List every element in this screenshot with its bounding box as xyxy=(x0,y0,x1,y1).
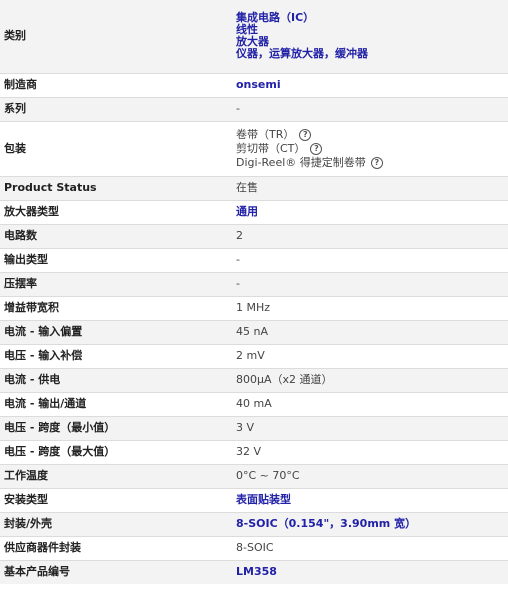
table-row: 基本产品编号 LM358 xyxy=(0,560,508,584)
question-circle-icon[interactable]: ? xyxy=(370,156,383,169)
attr-label-slew-rate: 压摆率 xyxy=(4,277,37,290)
attr-value-supply-current: 800µA（x2 通道） xyxy=(236,373,333,386)
attr-label-output-type: 输出类型 xyxy=(4,253,48,266)
package-case-link[interactable]: 8-SOIC（0.154"，3.90mm 宽） xyxy=(236,518,504,530)
table-row: 电压 - 跨度（最大值） 32 V xyxy=(0,440,508,464)
attr-label-mounting-type: 安装类型 xyxy=(4,493,48,506)
table-row: 包装 卷带（TR）? 剪切带（CT）? Digi-Reel® 得捷定制卷带? xyxy=(0,121,508,176)
category-link-opamp[interactable]: 仪器，运算放大器，缓冲器 xyxy=(236,48,504,60)
attr-value-category: 集成电路（IC） 线性 放大器 仪器，运算放大器，缓冲器 xyxy=(232,0,508,73)
attr-value-output-current: 40 mA xyxy=(236,397,272,410)
table-row: 供应商器件封装 8-SOIC xyxy=(0,536,508,560)
table-row: 电流 - 输出/通道 40 mA xyxy=(0,392,508,416)
base-product-link[interactable]: LM358 xyxy=(236,566,504,578)
table-row: 增益带宽积 1 MHz xyxy=(0,296,508,320)
attr-value-output-type: - xyxy=(236,253,240,266)
packaging-option-tr: 卷带（TR） xyxy=(236,127,295,141)
attr-value-supplier-package: 8-SOIC xyxy=(236,541,274,554)
attr-label-input-offset: 电压 - 输入补偿 xyxy=(4,349,83,362)
table-row: 安装类型 表面贴装型 xyxy=(0,488,508,512)
attr-label-amplifier-type: 放大器类型 xyxy=(4,205,59,218)
table-row: 系列 - xyxy=(0,97,508,121)
category-link-linear[interactable]: 线性 xyxy=(236,24,504,36)
attr-value-series: - xyxy=(236,102,240,115)
attr-label-packaging: 包装 xyxy=(4,141,26,155)
attr-value-circuits: 2 xyxy=(236,229,243,242)
attr-value-input-offset: 2 mV xyxy=(236,349,265,362)
table-row: 电压 - 输入补偿 2 mV xyxy=(0,344,508,368)
table-row: 电压 - 跨度（最小值） 3 V xyxy=(0,416,508,440)
attr-value-gbw: 1 MHz xyxy=(236,301,271,314)
manufacturer-link[interactable]: onsemi xyxy=(236,79,504,91)
attr-label-voltage-min: 电压 - 跨度（最小值） xyxy=(4,421,116,434)
attr-label-supply-current: 电流 - 供电 xyxy=(4,373,61,386)
table-row: 电路数 2 xyxy=(0,224,508,248)
table-row: 类别 集成电路（IC） 线性 放大器 仪器，运算放大器，缓冲器 xyxy=(0,0,508,73)
table-row: Product Status 在售 xyxy=(0,176,508,200)
attr-value-voltage-max: 32 V xyxy=(236,445,262,458)
table-row: 压摆率 - xyxy=(0,272,508,296)
attr-label-package-case: 封装/外壳 xyxy=(4,517,53,530)
attr-value-packaging: 卷带（TR）? 剪切带（CT）? Digi-Reel® 得捷定制卷带? xyxy=(232,121,508,176)
attr-label-base-product: 基本产品编号 xyxy=(4,565,70,579)
attr-value-voltage-min: 3 V xyxy=(236,421,255,434)
table-row: 电流 - 输入偏置 45 nA xyxy=(0,320,508,344)
table-row: 电流 - 供电 800µA（x2 通道） xyxy=(0,368,508,392)
attr-value-operating-temp: 0°C ~ 70°C xyxy=(236,469,300,482)
attr-label-category: 类别 xyxy=(4,29,26,43)
attr-label-supplier-package: 供应商器件封装 xyxy=(4,541,81,554)
attr-value-product-status: 在售 xyxy=(236,181,258,194)
attr-value-slew-rate: - xyxy=(236,277,240,290)
category-link-ic[interactable]: 集成电路（IC） xyxy=(236,12,504,24)
attr-label-product-status: Product Status xyxy=(4,181,97,194)
attr-label-manufacturer: 制造商 xyxy=(4,78,37,91)
table-row: 放大器类型 通用 xyxy=(0,200,508,224)
attr-label-circuits: 电路数 xyxy=(4,229,37,242)
table-row: 封装/外壳 8-SOIC（0.154"，3.90mm 宽） xyxy=(0,512,508,536)
attr-label-output-current: 电流 - 输出/通道 xyxy=(4,397,87,410)
packaging-option-digireel: Digi-Reel® 得捷定制卷带 xyxy=(236,155,366,169)
table-row: 输出类型 - xyxy=(0,248,508,272)
packaging-option-ct: 剪切带（CT） xyxy=(236,141,306,155)
mounting-type-link[interactable]: 表面贴装型 xyxy=(236,494,504,506)
attr-label-gbw: 增益带宽积 xyxy=(4,301,59,314)
attr-label-input-bias: 电流 - 输入偏置 xyxy=(4,325,83,338)
attr-label-operating-temp: 工作温度 xyxy=(4,469,48,482)
table-row: 工作温度 0°C ~ 70°C xyxy=(0,464,508,488)
question-circle-icon[interactable]: ? xyxy=(310,142,323,155)
table-row: 制造商 onsemi xyxy=(0,73,508,97)
amplifier-type-link[interactable]: 通用 xyxy=(236,206,504,218)
attr-label-voltage-max: 电压 - 跨度（最大值） xyxy=(4,445,116,458)
question-circle-icon[interactable]: ? xyxy=(299,128,312,141)
attr-value-input-bias: 45 nA xyxy=(236,325,268,338)
product-attributes-table: 类别 集成电路（IC） 线性 放大器 仪器，运算放大器，缓冲器 制造商 onse… xyxy=(0,0,508,584)
attr-label-series: 系列 xyxy=(4,102,26,115)
